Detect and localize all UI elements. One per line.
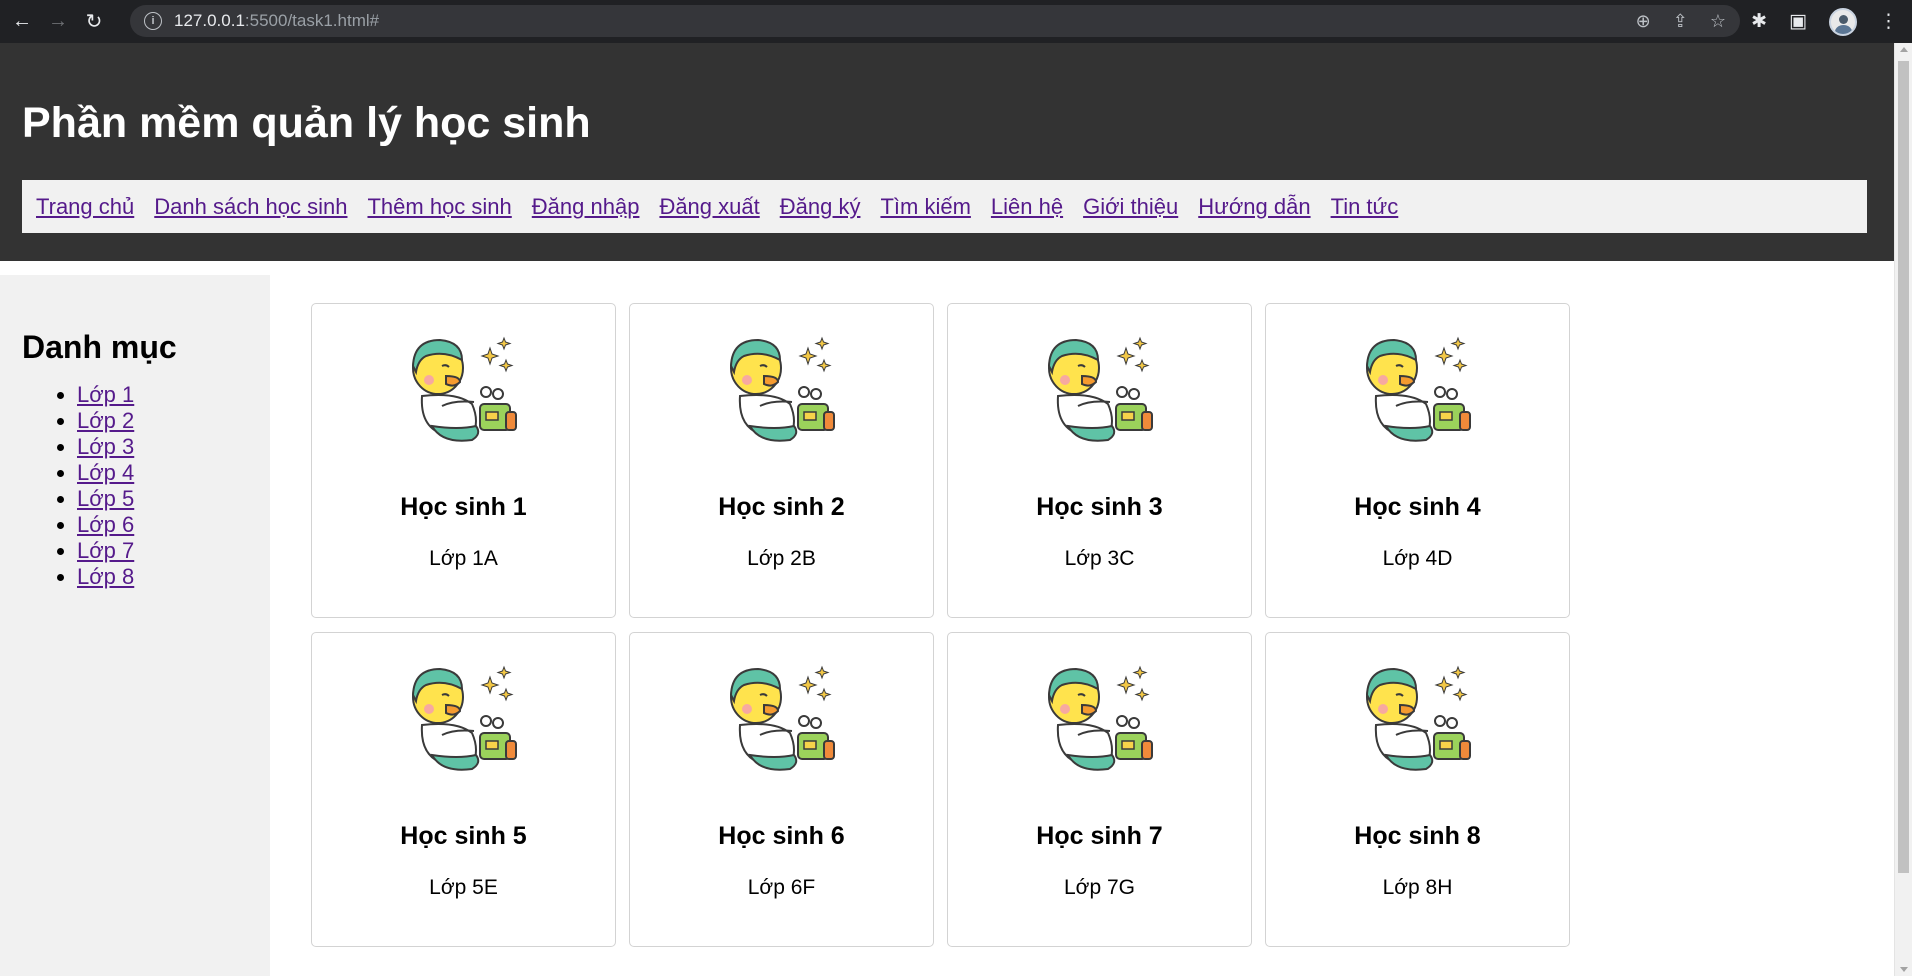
student-class: Lớp 1A [429,547,498,570]
student-name: Học sinh 1 [400,493,527,521]
page-viewport: Phần mềm quản lý học sinh Trang chủ Danh… [0,43,1894,976]
student-name: Học sinh 8 [1354,822,1481,850]
nav-link-register[interactable]: Đăng ký [780,194,861,220]
sidebar: Danh mục Lớp 1 Lớp 2 Lớp 3 Lớp 4 Lớp 5 L… [0,275,270,976]
sidebar-link-class-6[interactable]: Lớp 6 [77,512,134,537]
sidebar-link-class-8[interactable]: Lớp 8 [77,564,134,589]
scroll-down-arrow-icon[interactable] [1900,967,1908,972]
sidebar-item: Lớp 7 [77,538,248,564]
student-card-6[interactable]: Học sinh 6 Lớp 6F [629,632,934,947]
zoom-icon[interactable]: ⊕ [1636,11,1651,32]
sidebar-item: Lớp 6 [77,512,248,538]
top-navigation: Trang chủ Danh sách học sinh Thêm học si… [22,180,1867,233]
nav-link-news[interactable]: Tin tức [1331,194,1399,220]
sidebar-link-class-3[interactable]: Lớp 3 [77,434,134,459]
student-name: Học sinh 5 [400,822,527,850]
class-list: Lớp 1 Lớp 2 Lớp 3 Lớp 4 Lớp 5 Lớp 6 Lớp … [22,382,248,590]
bookmark-star-icon[interactable]: ☆ [1710,11,1726,32]
nav-link-add-student[interactable]: Thêm học sinh [367,194,511,220]
nav-link-about[interactable]: Giới thiệu [1083,194,1178,220]
student-duck-avatar-icon [729,336,835,442]
nav-link-search[interactable]: Tìm kiếm [880,194,970,220]
site-info-icon[interactable]: i [144,12,162,30]
forward-arrow-icon[interactable]: → [44,8,72,36]
student-card-7[interactable]: Học sinh 7 Lớp 7G [947,632,1252,947]
nav-link-guide[interactable]: Hướng dẫn [1198,194,1310,220]
student-card-2[interactable]: Học sinh 2 Lớp 2B [629,303,934,618]
page-title: Phần mềm quản lý học sinh [22,99,591,147]
student-name: Học sinh 3 [1036,493,1163,521]
student-class: Lớp 3C [1064,547,1135,570]
student-duck-avatar-icon [1047,665,1153,771]
student-card-5[interactable]: Học sinh 5 Lớp 5E [311,632,616,947]
student-duck-avatar-icon [729,665,835,771]
site-header: Phần mềm quản lý học sinh Trang chủ Danh… [0,43,1894,261]
scrollbar-thumb[interactable] [1898,61,1909,873]
sidebar-link-class-5[interactable]: Lớp 5 [77,486,134,511]
url-host: 127.0.0.1 [174,11,245,30]
sidebar-link-class-4[interactable]: Lớp 4 [77,460,134,485]
student-name: Học sinh 2 [718,493,845,521]
student-card-3[interactable]: Học sinh 3 Lớp 3C [947,303,1252,618]
url-path: :5500/task1.html# [244,11,380,30]
share-icon[interactable]: ⇪ [1673,11,1688,32]
student-duck-avatar-icon [1365,665,1471,771]
side-panel-icon[interactable]: ▣ [1789,10,1807,33]
student-card-4[interactable]: Học sinh 4 Lớp 4D [1265,303,1570,618]
student-name: Học sinh 6 [718,822,845,850]
student-class: Lớp 6F [747,876,816,899]
sidebar-item: Lớp 1 [77,382,248,408]
student-class: Lớp 2B [747,547,816,570]
student-duck-avatar-icon [411,336,517,442]
scroll-up-arrow-icon[interactable] [1900,47,1908,52]
main-area: Danh mục Lớp 1 Lớp 2 Lớp 3 Lớp 4 Lớp 5 L… [0,261,1894,976]
browser-toolbar: ← → ↻ i 127.0.0.1:5500/task1.html# ⊕ ⇪ ☆… [0,0,1912,43]
extensions-puzzle-icon[interactable]: ✱ [1751,10,1767,33]
sidebar-title: Danh mục [22,329,177,365]
reload-icon[interactable]: ↻ [80,8,108,36]
student-class: Lớp 7G [1064,876,1135,899]
sidebar-link-class-1[interactable]: Lớp 1 [77,382,134,407]
student-duck-avatar-icon [1047,336,1153,442]
student-name: Học sinh 4 [1354,493,1481,521]
back-arrow-icon[interactable]: ← [8,8,36,36]
student-card-8[interactable]: Học sinh 8 Lớp 8H [1265,632,1570,947]
nav-link-logout[interactable]: Đăng xuất [659,194,759,220]
student-card-grid: Học sinh 1 Lớp 1A Học sinh 2 Lớp 2B Học … [311,303,1570,947]
address-bar[interactable]: i 127.0.0.1:5500/task1.html# ⊕ ⇪ ☆ [130,5,1740,37]
student-duck-avatar-icon [1365,336,1471,442]
nav-link-student-list[interactable]: Danh sách học sinh [154,194,347,220]
student-card-1[interactable]: Học sinh 1 Lớp 1A [311,303,616,618]
student-name: Học sinh 7 [1036,822,1163,850]
student-class: Lớp 8H [1382,876,1453,899]
nav-link-login[interactable]: Đăng nhập [532,194,640,220]
student-class: Lớp 4D [1382,547,1453,570]
profile-avatar[interactable] [1829,7,1857,36]
sidebar-link-class-2[interactable]: Lớp 2 [77,408,134,433]
sidebar-item: Lớp 2 [77,408,248,434]
student-duck-avatar-icon [411,665,517,771]
nav-link-home[interactable]: Trang chủ [36,194,134,220]
nav-link-contact[interactable]: Liên hệ [991,194,1063,220]
sidebar-item: Lớp 5 [77,486,248,512]
sidebar-item: Lớp 4 [77,460,248,486]
menu-kebab-icon[interactable]: ⋮ [1879,10,1898,33]
sidebar-item: Lớp 3 [77,434,248,460]
sidebar-item: Lớp 8 [77,564,248,590]
student-class: Lớp 5E [429,876,498,899]
vertical-scrollbar[interactable] [1894,43,1912,976]
sidebar-link-class-7[interactable]: Lớp 7 [77,538,134,563]
url-text[interactable]: 127.0.0.1:5500/task1.html# [174,11,379,31]
